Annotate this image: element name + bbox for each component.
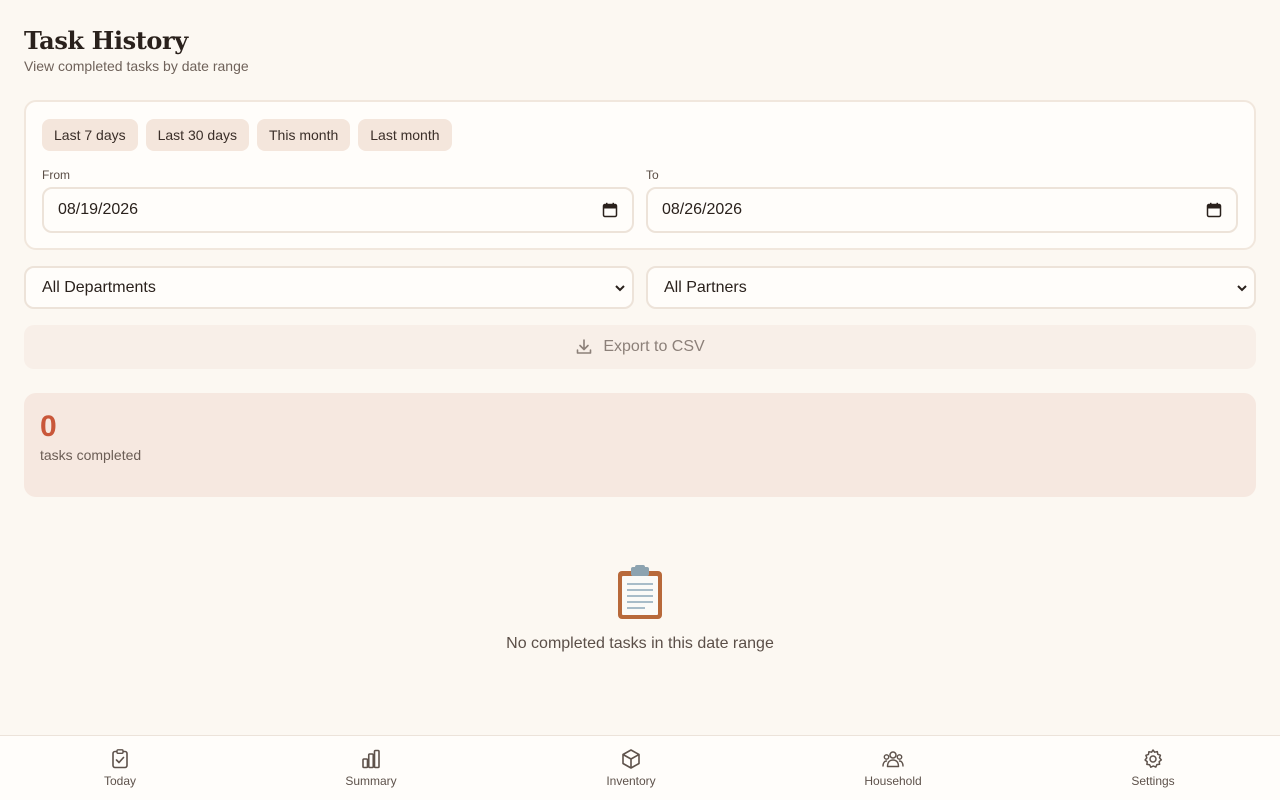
to-label: To	[646, 168, 659, 182]
partner-select[interactable]: All Partners	[646, 266, 1256, 309]
nav-item-today[interactable]: Today	[60, 736, 180, 800]
department-select-value: All Departments	[42, 278, 156, 296]
to-date-input[interactable]: 08/26/2026	[646, 187, 1238, 233]
calendar-icon[interactable]	[602, 202, 618, 218]
nav-label-inventory: Inventory	[606, 774, 656, 788]
nav-label-household: Household	[864, 774, 922, 788]
preset-this-month-button[interactable]: This month	[257, 119, 351, 151]
clipboard-check-icon	[112, 749, 128, 769]
from-label: From	[42, 168, 70, 182]
clipboard-icon	[618, 565, 662, 619]
completed-count: 0	[40, 410, 57, 443]
bottom-nav: Today Summary Inventory Household Settin…	[0, 735, 1280, 800]
download-icon	[577, 339, 592, 354]
from-date-input[interactable]: 08/19/2026	[42, 187, 634, 233]
chevron-down-icon	[615, 284, 625, 291]
nav-label-summary: Summary	[345, 774, 397, 788]
nav-label-today: Today	[103, 774, 137, 788]
date-range-card: Last 7 days Last 30 days This month Last…	[24, 100, 1256, 250]
chevron-down-icon	[1237, 284, 1247, 291]
nav-item-household[interactable]: Household	[833, 736, 953, 800]
gear-icon	[1144, 749, 1163, 768]
bar-chart-icon	[362, 749, 380, 769]
nav-item-summary[interactable]: Summary	[311, 736, 431, 800]
completed-count-label: tasks completed	[40, 447, 142, 463]
export-csv-button[interactable]: Export to CSV	[24, 325, 1256, 369]
to-date-value: 08/26/2026	[662, 201, 743, 218]
partner-select-value: All Partners	[664, 278, 747, 296]
page-title: Task History	[24, 26, 188, 55]
preset-last-month-button[interactable]: Last month	[358, 119, 452, 151]
box-icon	[622, 749, 640, 769]
preset-last-7-days-button[interactable]: Last 7 days	[42, 119, 138, 151]
nav-item-inventory[interactable]: Inventory	[571, 736, 691, 800]
from-date-value: 08/19/2026	[58, 201, 139, 218]
page-subtitle: View completed tasks by date range	[24, 58, 249, 74]
export-csv-label: Export to CSV	[603, 338, 705, 355]
people-icon	[882, 751, 904, 768]
preset-last-30-days-button[interactable]: Last 30 days	[145, 119, 249, 151]
preset-chips: Last 7 days Last 30 days This month Last…	[42, 119, 452, 151]
completed-stats-card: 0 tasks completed	[24, 393, 1256, 497]
empty-state-message: No completed tasks in this date range	[506, 635, 774, 652]
nav-label-settings: Settings	[1131, 774, 1175, 788]
calendar-icon[interactable]	[1206, 202, 1222, 218]
department-select[interactable]: All Departments	[24, 266, 634, 309]
nav-item-settings[interactable]: Settings	[1093, 736, 1213, 800]
